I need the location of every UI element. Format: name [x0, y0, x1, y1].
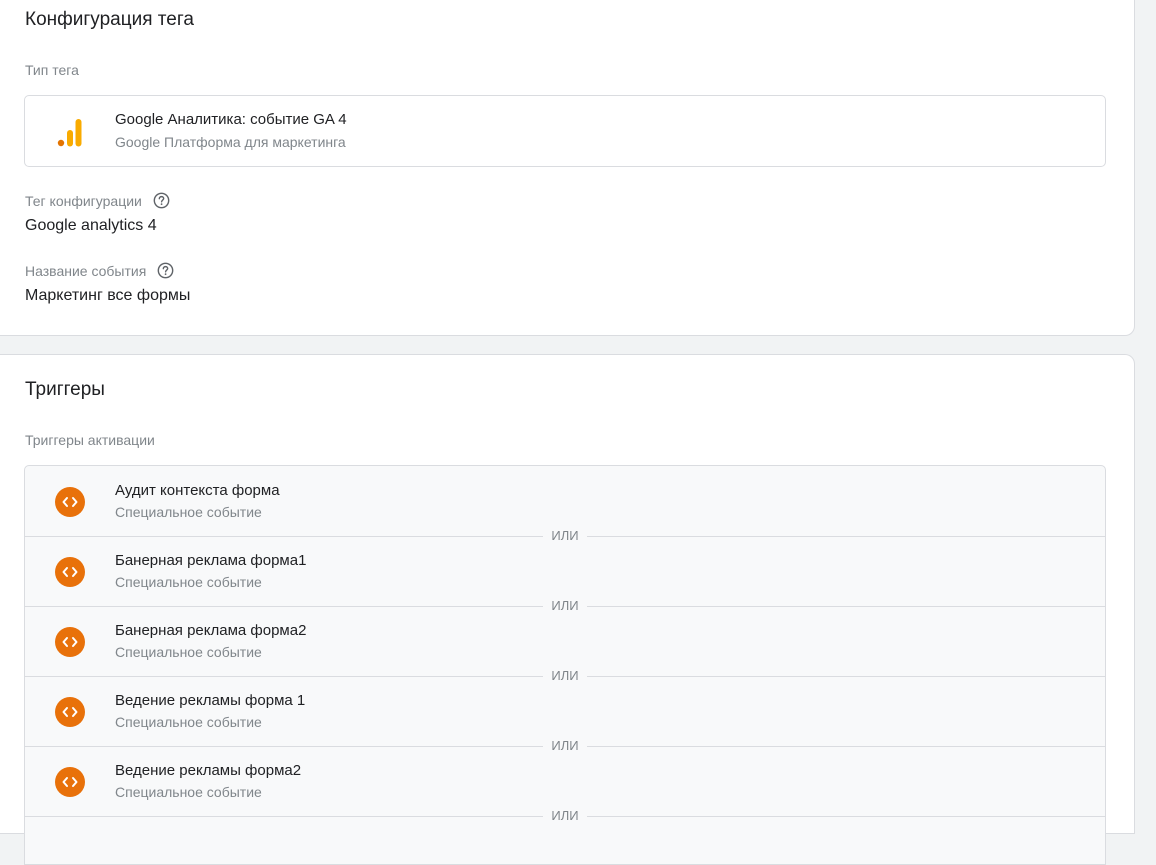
custom-event-code-icon [55, 697, 85, 727]
trigger-type: Специальное событие [115, 504, 262, 520]
firing-triggers-label: Триггеры активации [25, 432, 155, 448]
card-title-tag-configuration: Конфигурация тега [25, 9, 194, 30]
trigger-type: Специальное событие [115, 574, 262, 590]
event-name-value: Маркетинг все формы [25, 287, 191, 304]
trigger-row[interactable]: Аудит контекста форма Специальное событи… [25, 466, 1105, 536]
trigger-type: Специальное событие [115, 714, 262, 730]
trigger-type: Специальное событие [115, 784, 262, 800]
trigger-name: Ведение рекламы форма2 [115, 762, 302, 779]
custom-event-code-icon [55, 557, 85, 587]
trigger-row[interactable]: Банерная реклама форма1 Специальное собы… [25, 536, 1105, 606]
trigger-name: Банерная реклама форма1 [115, 552, 307, 569]
config-tag-label: Тег конфигурации [25, 192, 170, 209]
trigger-type: Специальное событие [115, 644, 262, 660]
trigger-row[interactable]: Банерная реклама форма2 Специальное собы… [25, 606, 1105, 676]
custom-event-code-icon [55, 627, 85, 657]
help-circle-icon[interactable] [157, 262, 174, 279]
tag-type-vendor: Google Платформа для маркетинга [115, 134, 346, 150]
trigger-name: Ведение рекламы форма 1 [115, 692, 306, 709]
config-tag-label-text: Тег конфигурации [25, 192, 142, 209]
card-title-triggers: Триггеры [25, 379, 105, 400]
event-name-label-text: Название события [25, 262, 147, 279]
or-separator-text: ИЛИ [551, 808, 579, 823]
event-name-label: Название события [25, 262, 174, 279]
triggers-card[interactable]: Триггеры Триггеры активации Аудит контек… [0, 354, 1135, 865]
tag-configuration-card[interactable]: Конфигурация тега Тип тега Google Аналит… [0, 0, 1135, 336]
tag-type-label: Тип тега [25, 62, 79, 78]
custom-event-code-icon [55, 487, 85, 517]
trigger-name: Банерная реклама форма2 [115, 622, 307, 639]
config-tag-value: Google analytics 4 [25, 217, 157, 234]
or-separator: ИЛИ [25, 808, 1105, 823]
trigger-row[interactable]: Ведение рекламы форма 1 Специальное собы… [25, 676, 1105, 746]
tag-type-name: Google Аналитика: событие GA 4 [115, 111, 347, 128]
help-circle-icon[interactable] [153, 192, 170, 209]
trigger-name: Аудит контекста форма [115, 482, 280, 499]
tag-type-selector[interactable]: Google Аналитика: событие GA 4 Google Пл… [24, 95, 1106, 167]
firing-triggers-list: Аудит контекста форма Специальное событи… [24, 465, 1106, 865]
custom-event-code-icon [55, 767, 85, 797]
google-analytics-icon [57, 119, 82, 147]
trigger-row[interactable]: Ведение рекламы форма2 Специальное событ… [25, 746, 1105, 816]
